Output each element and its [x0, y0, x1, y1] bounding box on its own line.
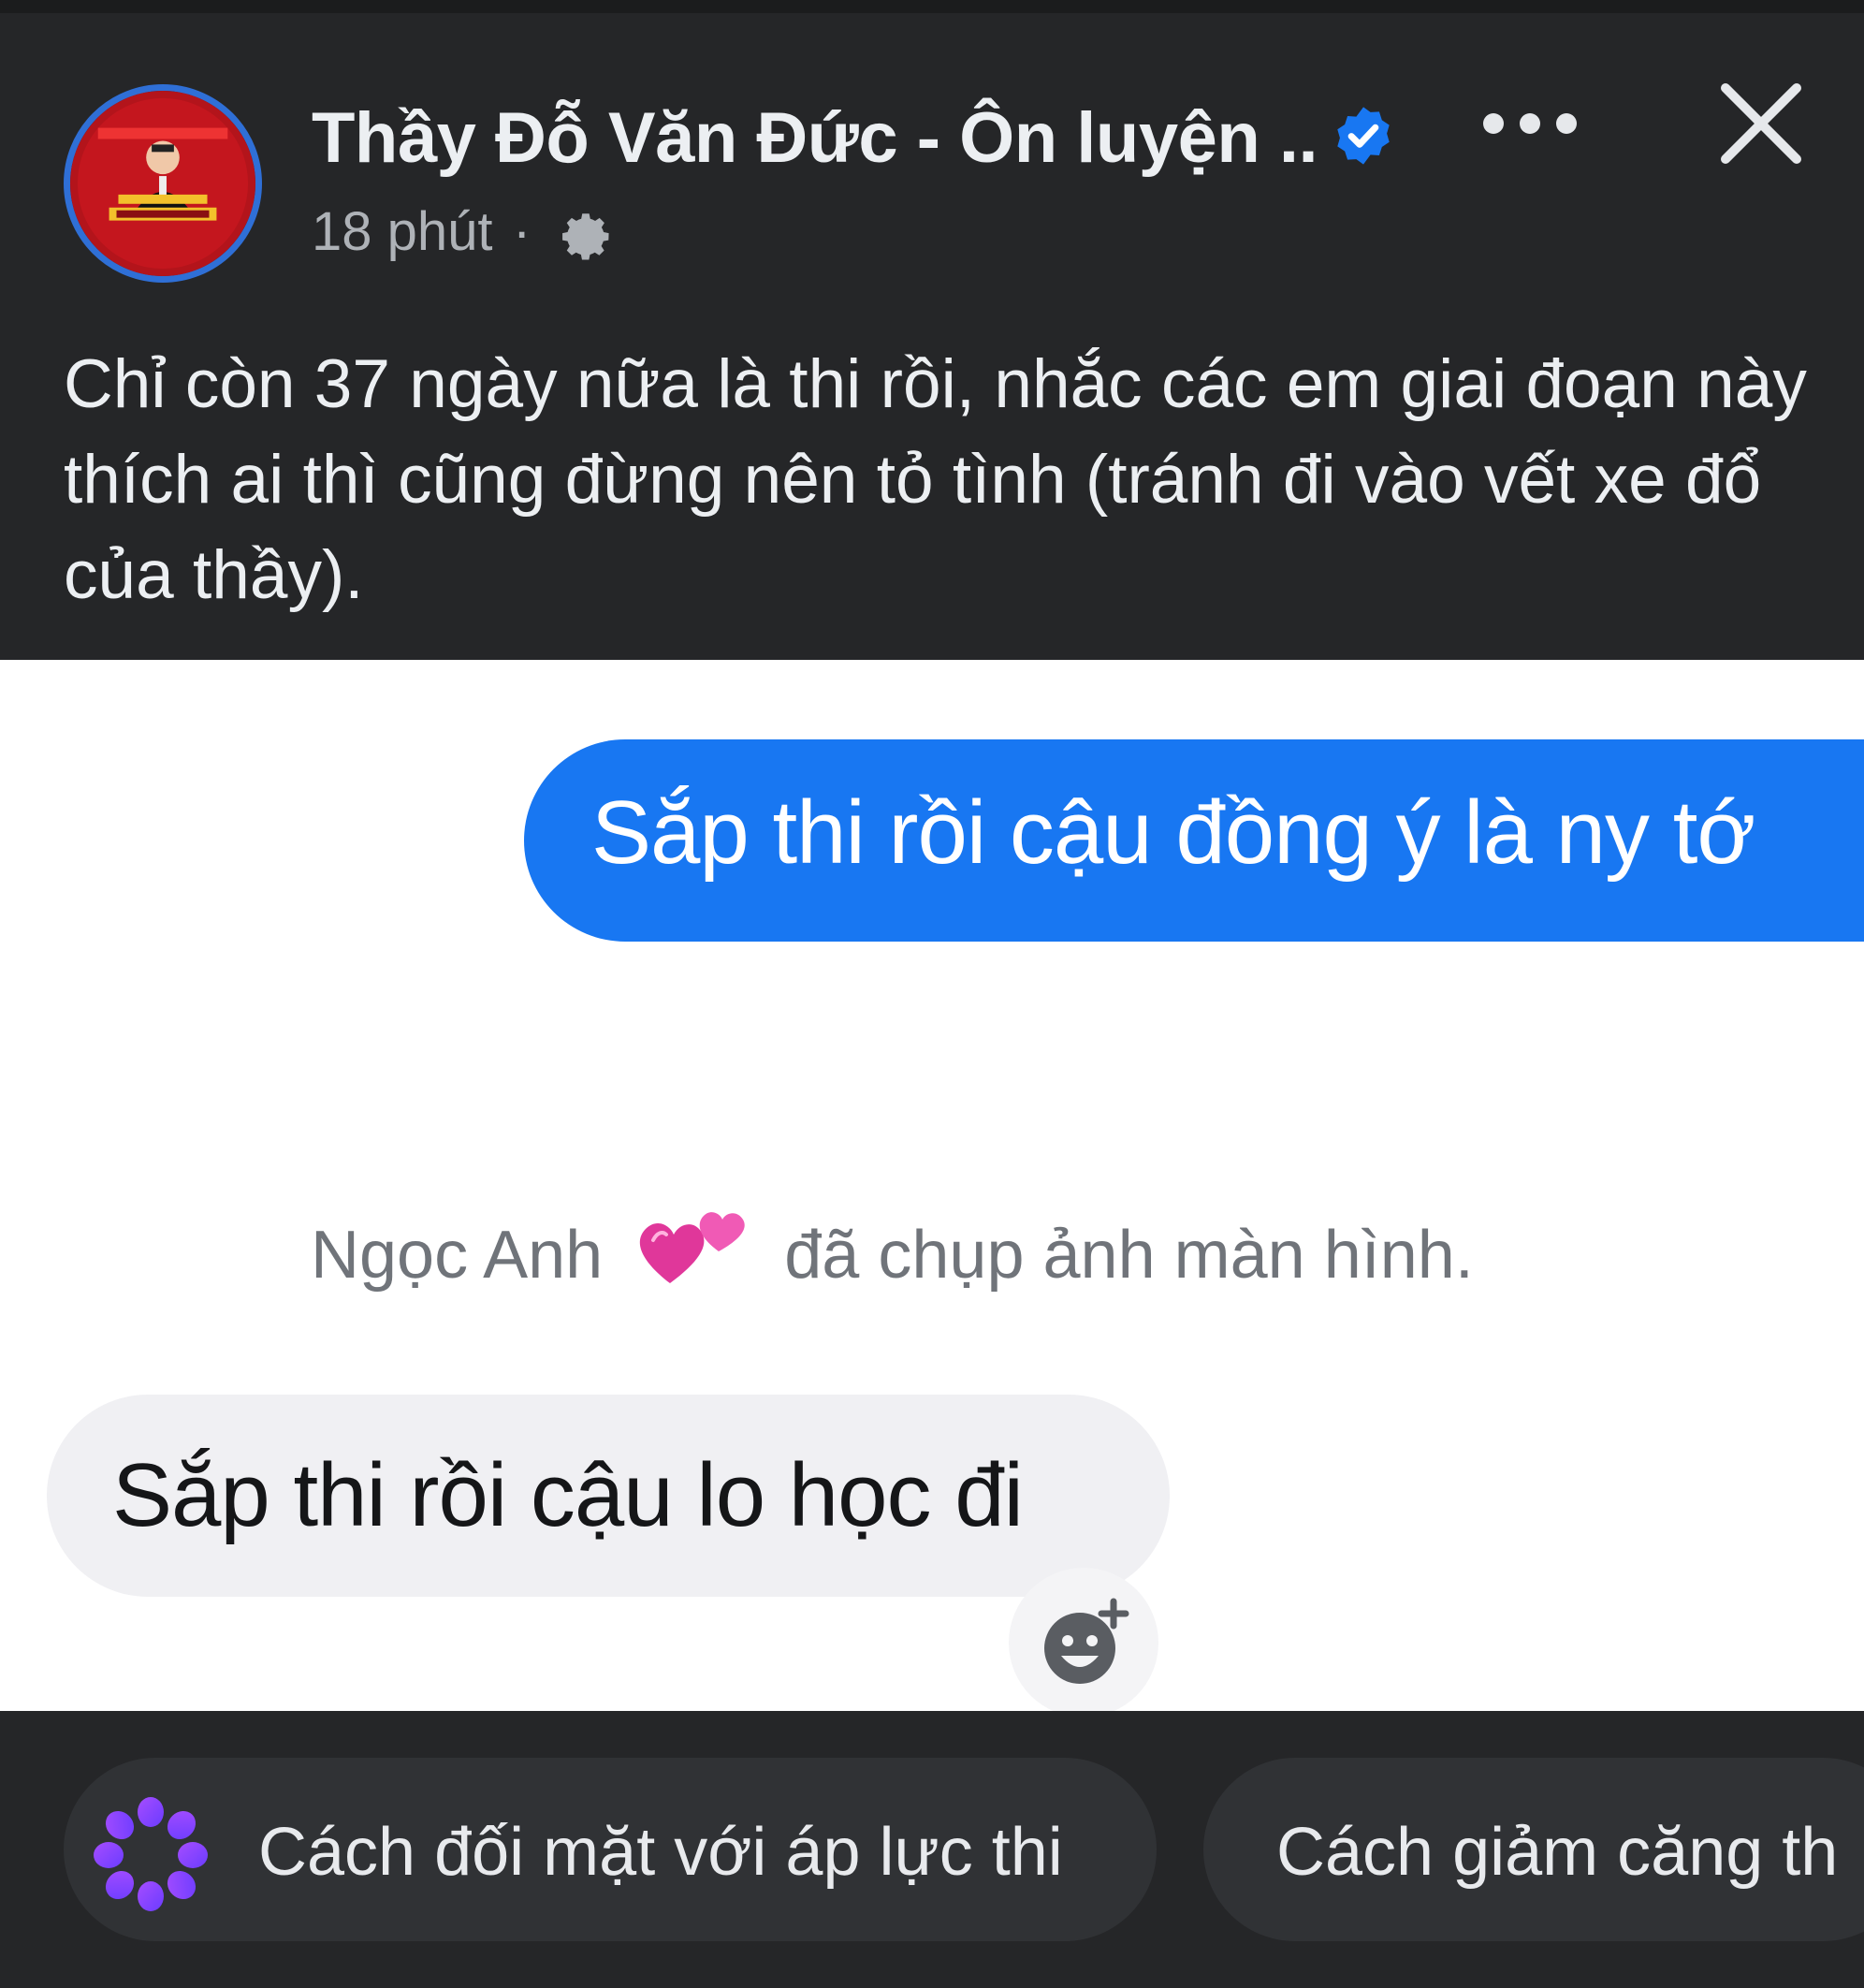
add-reaction-icon [1044, 1598, 1129, 1684]
page-name[interactable]: Thầy Đỗ Văn Đức - Ôn luyện ... [312, 97, 1322, 179]
verified-badge-icon [1337, 107, 1390, 165]
suggestion-label: Cách giảm căng th [1276, 1815, 1839, 1890]
gear-icon[interactable] [554, 206, 616, 268]
more-options-icon[interactable] [1478, 105, 1581, 142]
screen: Thầy Đỗ Văn Đức - Ôn luyện ... 18 phút ·… [0, 0, 1864, 1988]
post-timestamp[interactable]: 18 phút [312, 200, 493, 263]
add-reaction-button [1009, 1568, 1158, 1718]
ai-sparkle-icon [94, 1797, 208, 1911]
page-avatar[interactable] [64, 84, 262, 283]
two-hearts-icon [640, 1212, 745, 1283]
notice-text: đã chụp ảnh màn hình. [784, 1218, 1474, 1293]
received-message-text: Sắp thi rồi cậu lo học đi [112, 1445, 1024, 1545]
sent-message-text: Sắp thi rồi cậu đồng ý là ny tớ [591, 782, 1755, 883]
suggestion-chip-exam-pressure[interactable]: Cách đối mặt với áp lực thi [64, 1758, 1157, 1941]
suggestion-chip-reduce-stress[interactable]: Cách giảm căng th [1203, 1758, 1864, 1941]
screenshot-notice: Ngọc Anh đã chụp ảnh màn hình. [311, 1203, 1474, 1294]
chat-screenshot-image: Sắp thi rồi cậu đồng ý là ny tớ Ngọc Anh… [0, 660, 1864, 1718]
separator-dot: · [513, 201, 532, 262]
top-divider [0, 0, 1864, 13]
close-icon[interactable] [1714, 77, 1808, 170]
suggestion-bar: Cách đối mặt với áp lực thi Cách giảm că… [0, 1711, 1864, 1988]
avatar-image [70, 91, 255, 276]
post-card: Thầy Đỗ Văn Đức - Ôn luyện ... 18 phút ·… [0, 0, 1864, 660]
suggestion-label: Cách đối mặt với áp lực thi [258, 1815, 1063, 1890]
post-body-text: Chỉ còn 37 ngày nữa là thi rồi, nhắc các… [64, 346, 1807, 613]
notice-user-name: Ngọc Anh [311, 1218, 604, 1293]
